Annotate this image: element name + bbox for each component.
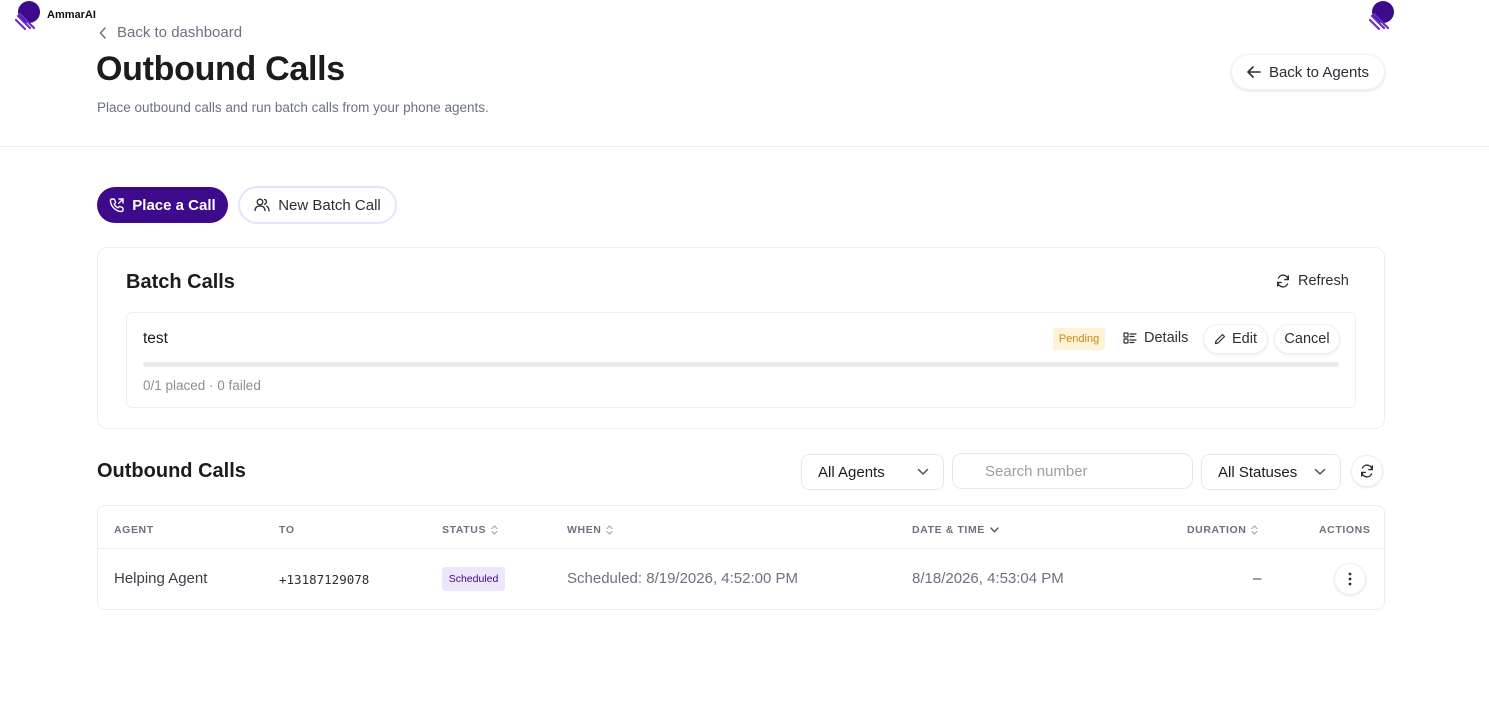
edit-button[interactable]: Edit	[1203, 324, 1268, 354]
refresh-calls-button[interactable]	[1351, 455, 1383, 487]
chevron-left-icon	[99, 26, 107, 39]
agent-filter-select[interactable]: All Agents	[801, 454, 944, 490]
more-vertical-icon	[1348, 572, 1352, 586]
brand-logo-icon	[12, 0, 44, 32]
phone-outgoing-icon	[109, 197, 125, 213]
chevron-down-icon	[1314, 468, 1326, 476]
batch-name: test	[143, 330, 168, 347]
users-icon	[254, 197, 270, 213]
batch-progress-text: 0/1 placed · 0 failed	[143, 378, 261, 393]
cell-date-time: 8/18/2026, 4:53:04 PM	[912, 570, 1064, 587]
new-batch-call-label: New Batch Call	[278, 196, 381, 214]
refresh-icon	[1360, 464, 1374, 478]
column-header-agent: AGENT	[114, 524, 154, 536]
details-label: Details	[1144, 330, 1189, 346]
new-batch-call-button[interactable]: New Batch Call	[238, 186, 397, 224]
edit-label: Edit	[1232, 331, 1257, 347]
search-number-input[interactable]	[952, 453, 1193, 489]
batch-progress-bar	[143, 362, 1339, 367]
column-header-actions: ACTIONS	[1319, 524, 1371, 536]
back-to-dashboard-label: Back to dashboard	[117, 24, 243, 41]
sort-descending-icon	[990, 527, 999, 533]
place-call-button[interactable]: Place a Call	[97, 187, 228, 223]
back-to-agents-label: Back to Agents	[1268, 63, 1370, 81]
table-header-divider	[98, 548, 1384, 549]
outbound-calls-title: Outbound Calls	[97, 460, 246, 482]
sort-icon	[606, 525, 614, 535]
refresh-label: Refresh	[1298, 273, 1349, 289]
cell-duration: –	[1253, 570, 1262, 587]
refresh-batch-button[interactable]: Refresh	[1276, 273, 1349, 289]
column-header-duration[interactable]: DURATION	[1187, 524, 1258, 536]
list-details-icon	[1123, 332, 1137, 344]
agent-filter-value: All Agents	[818, 463, 885, 481]
status-badge: Pending	[1053, 328, 1105, 350]
page-title: Outbound Calls	[96, 50, 345, 88]
sort-icon	[1251, 525, 1258, 535]
refresh-icon	[1276, 274, 1290, 288]
batch-item	[126, 312, 1356, 408]
brand-name: AmmarAI	[47, 9, 96, 21]
status-filter-value: All Statuses	[1218, 463, 1298, 481]
column-header-when[interactable]: WHEN	[567, 524, 614, 536]
column-header-status[interactable]: STATUS	[442, 524, 498, 536]
back-to-dashboard-link[interactable]: Back to dashboard	[99, 24, 242, 41]
sort-icon	[491, 525, 498, 535]
status-badge: Scheduled	[442, 567, 505, 591]
column-header-to: TO	[279, 524, 295, 536]
row-actions-button[interactable]	[1334, 563, 1366, 595]
cancel-button[interactable]: Cancel	[1274, 324, 1340, 354]
cell-agent: Helping Agent	[114, 570, 208, 587]
outbound-calls-table	[97, 505, 1385, 610]
column-header-date-time[interactable]: DATE & TIME	[912, 524, 999, 536]
place-call-label: Place a Call	[132, 196, 216, 214]
header-divider	[0, 146, 1489, 147]
page-subtitle: Place outbound calls and run batch calls…	[97, 100, 489, 115]
back-to-agents-button[interactable]: Back to Agents	[1231, 54, 1385, 90]
batch-calls-title: Batch Calls	[126, 271, 235, 293]
status-filter-select[interactable]: All Statuses	[1201, 454, 1341, 490]
details-button[interactable]: Details	[1123, 330, 1188, 346]
cell-to-number: +13187129078	[279, 572, 370, 587]
brand-logo-right-icon	[1366, 0, 1398, 32]
cell-when: Scheduled: 8/19/2026, 4:52:00 PM	[567, 570, 799, 587]
arrow-left-icon	[1247, 66, 1261, 78]
pencil-icon	[1214, 333, 1226, 345]
chevron-down-icon	[917, 468, 929, 476]
